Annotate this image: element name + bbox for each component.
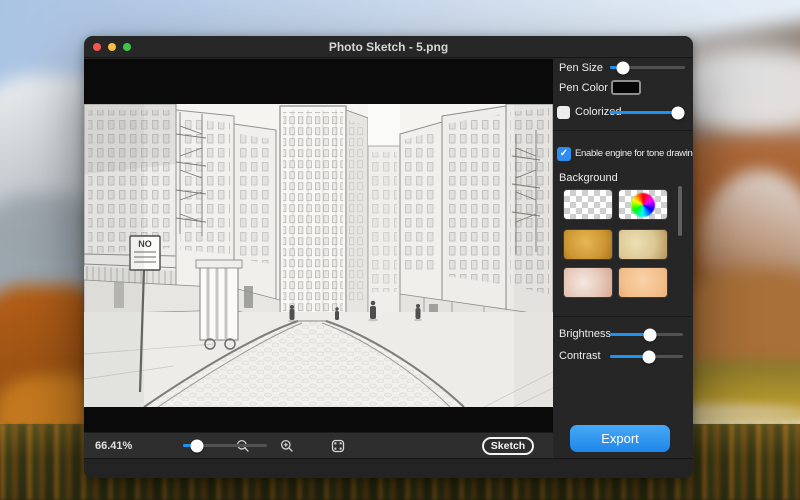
pen-size-slider-thumb[interactable] — [616, 61, 629, 74]
colorized-checkbox[interactable]: ✓ — [557, 106, 570, 119]
pen-size-slider[interactable] — [610, 66, 685, 69]
canvas-area: NO — [84, 59, 553, 458]
app-window: Photo Sketch - 5.png — [84, 36, 693, 478]
sketch-image: NO — [84, 104, 553, 407]
contrast-slider[interactable] — [610, 355, 683, 358]
background-thumbnail-paper-parchment[interactable] — [618, 229, 668, 260]
brightness-slider-thumb[interactable] — [644, 328, 657, 341]
colorized-slider[interactable] — [610, 111, 685, 114]
export-button[interactable]: Export — [570, 425, 670, 452]
brightness-slider[interactable] — [610, 333, 683, 336]
check-icon: ✓ — [560, 149, 568, 159]
sketch-button[interactable]: Sketch — [482, 437, 534, 455]
background-thumbnail-paper-peach[interactable] — [618, 267, 668, 298]
titlebar[interactable]: Photo Sketch - 5.png — [84, 36, 693, 58]
minimize-button[interactable] — [108, 43, 116, 51]
zoom-in-icon[interactable] — [280, 439, 294, 453]
background-thumbnail-color-wheel[interactable] — [618, 189, 668, 220]
background-thumbnail-paper-rose[interactable] — [563, 267, 613, 298]
brightness-label: Brightness — [559, 327, 611, 341]
sidebar: Pen Size Pen Color ✓ Colorized ✓ — [553, 59, 693, 458]
zoom-window-button[interactable] — [123, 43, 131, 51]
zoom-slider[interactable] — [183, 444, 267, 447]
street-cart — [196, 260, 242, 349]
pen-color-swatch[interactable] — [611, 80, 641, 95]
colorized-slider-thumb[interactable] — [671, 106, 684, 119]
pen-color-label: Pen Color — [559, 81, 608, 95]
color-wheel-icon — [631, 193, 655, 217]
contrast-slider-thumb[interactable] — [642, 350, 655, 363]
background-thumbnail-paper-gold[interactable] — [563, 229, 613, 260]
window-bottom-bar — [84, 458, 693, 478]
zoom-level-value: 66.41% — [95, 433, 132, 459]
pen-size-label: Pen Size — [559, 61, 603, 75]
fit-to-screen-icon[interactable] — [331, 439, 345, 453]
background-label: Background — [559, 171, 618, 185]
desktop-wallpaper: Photo Sketch - 5.png — [0, 0, 800, 500]
zoom-slider-thumb[interactable] — [191, 439, 204, 452]
window-title: Photo Sketch - 5.png — [84, 36, 693, 58]
engine-label: Enable engine for tone drawing — [575, 147, 693, 161]
contrast-label: Contrast — [559, 349, 601, 363]
engine-checkbox[interactable]: ✓ — [557, 147, 571, 161]
background-scrollbar[interactable] — [678, 186, 682, 236]
canvas-statusbar: 66.41% — [84, 432, 553, 458]
close-button[interactable] — [93, 43, 101, 51]
background-thumbnail-transparent[interactable] — [563, 189, 613, 220]
